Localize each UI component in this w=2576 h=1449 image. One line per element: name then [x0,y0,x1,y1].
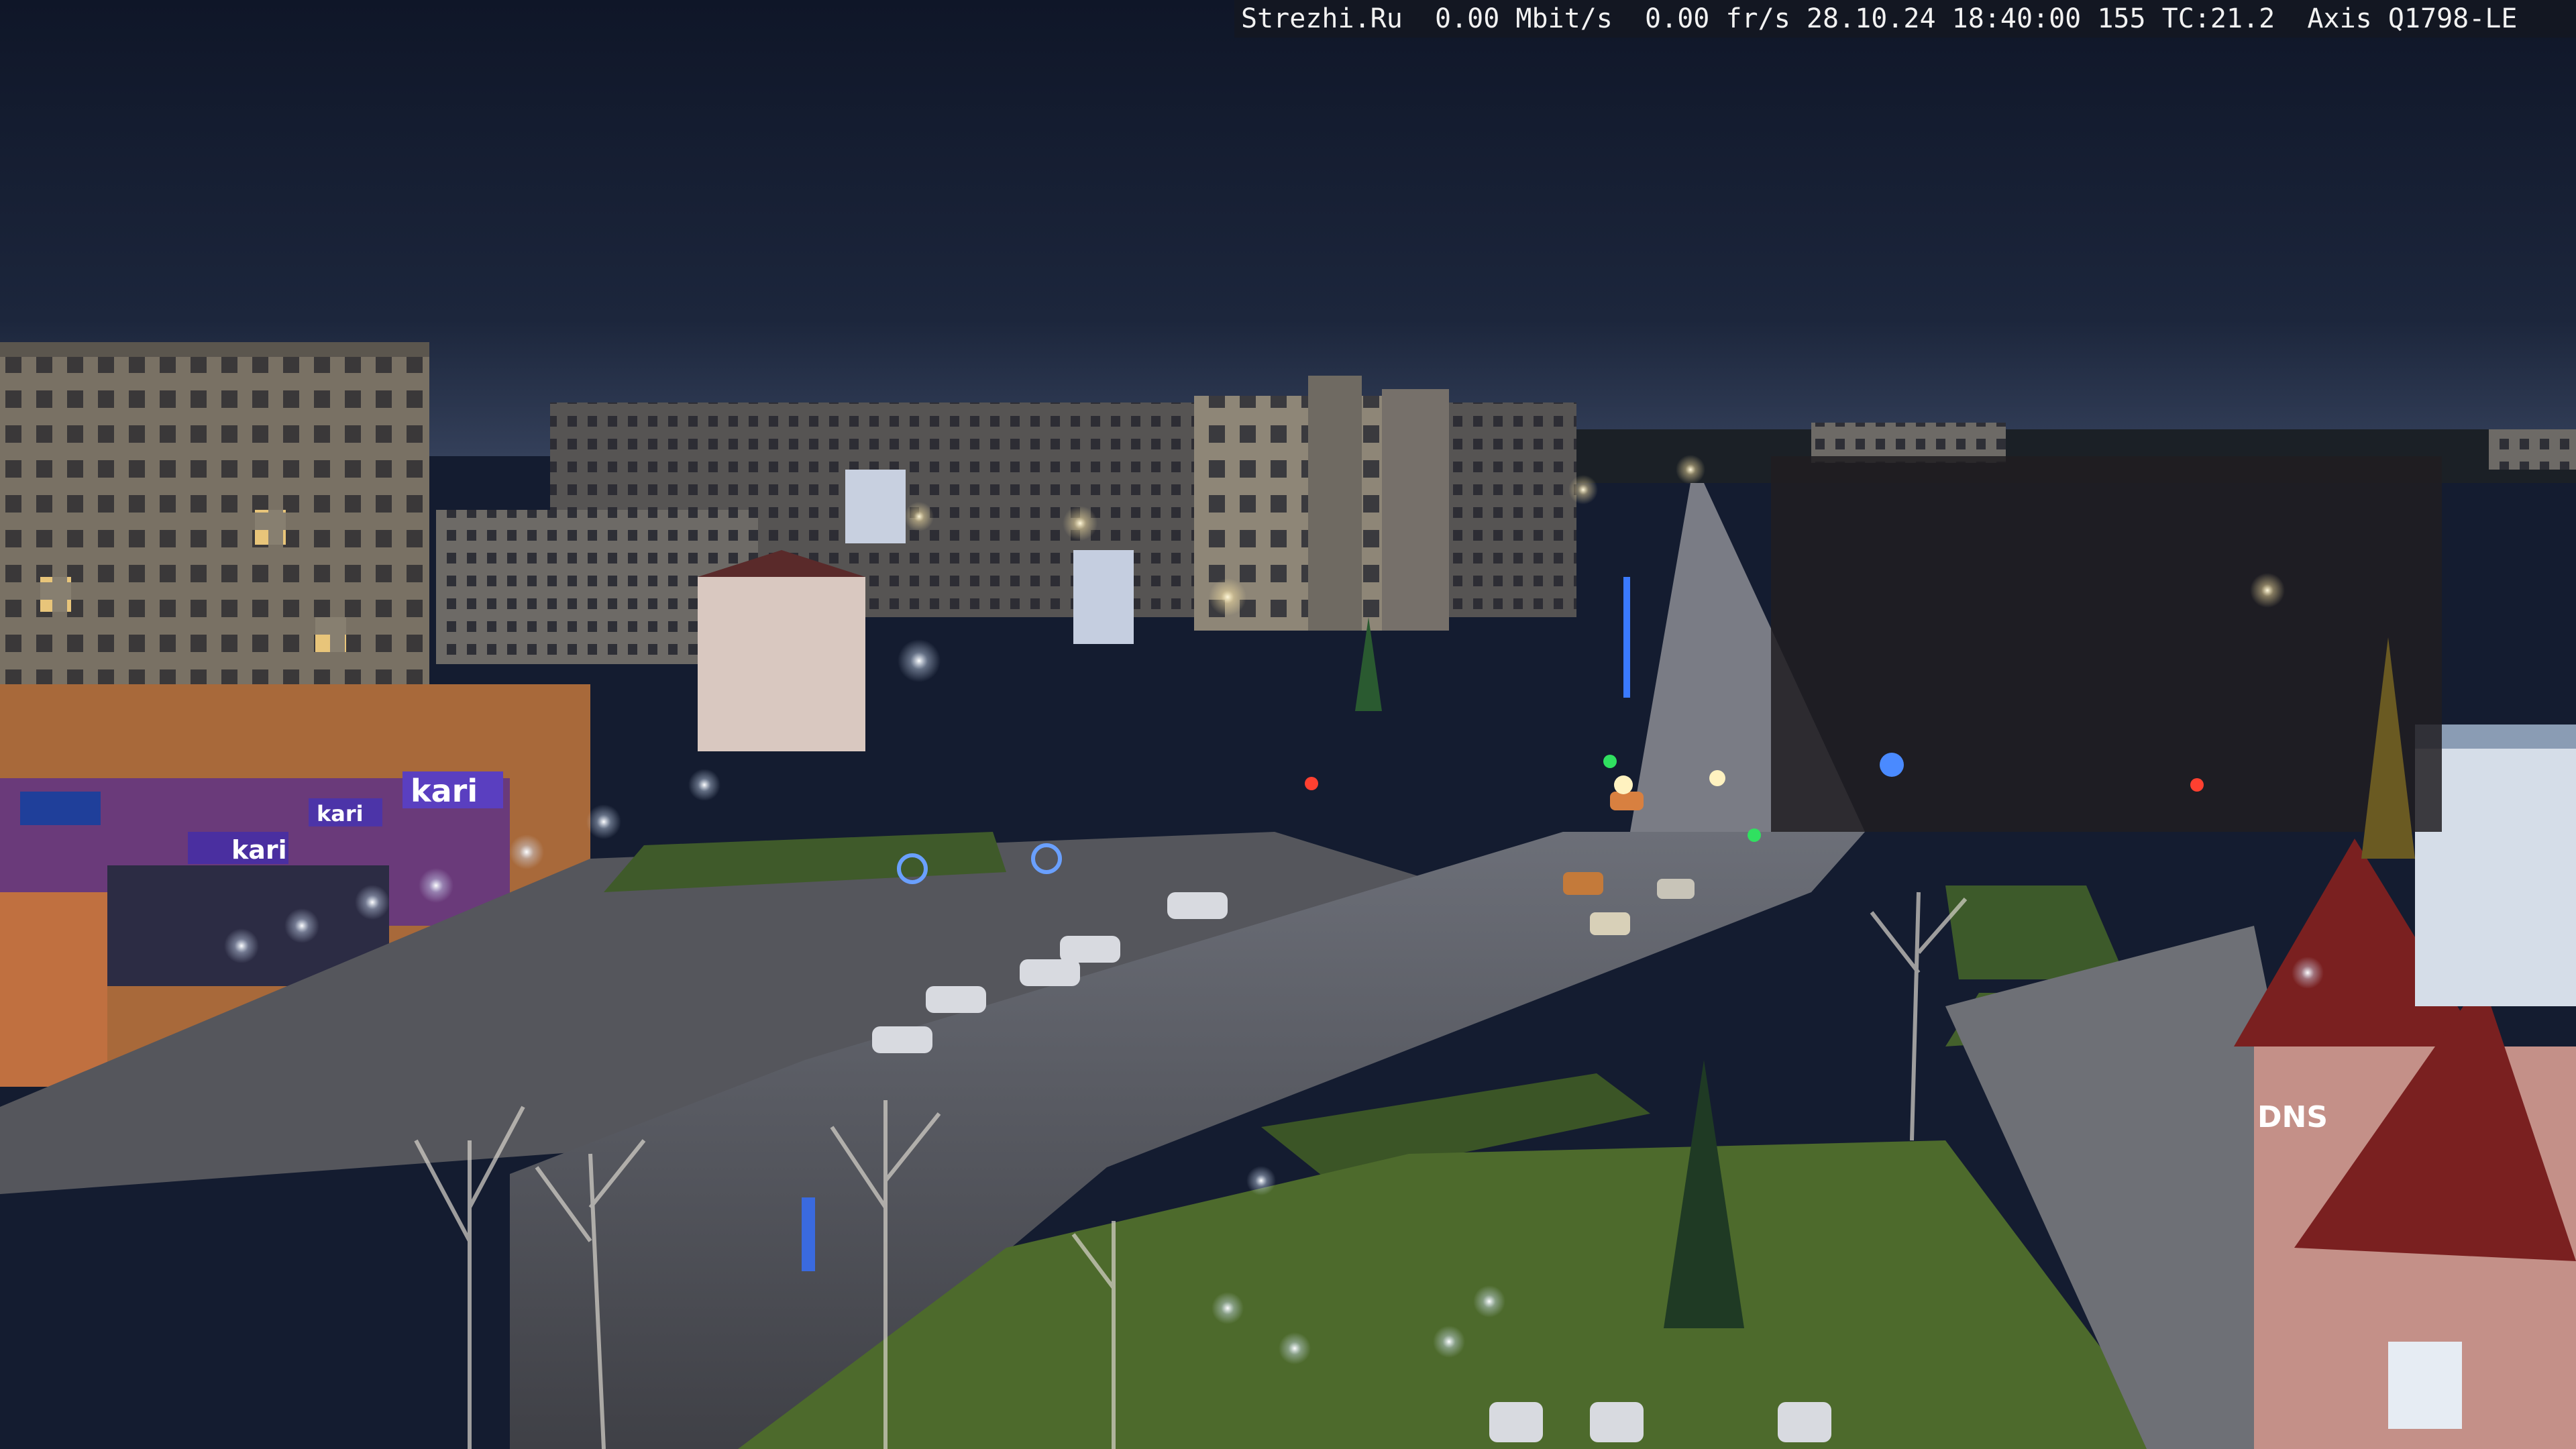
birch-treeline [1771,456,2442,859]
webcam-view: kari kari kari DNS Strezhi.Ru 0.00 Mbit/… [0,0,2576,1449]
kari-main-sign: kari [411,773,478,809]
right-lawn-upper [1945,885,2127,979]
dns-sign: DNS [2257,1100,2328,1134]
camera-info-overlay: Strezhi.Ru 0.00 Mbit/s 0.00 fr/s 28.10.2… [1234,0,2576,38]
kari-side-sign: kari [317,801,364,826]
night-city-scene: kari kari kari DNS [0,0,2576,1449]
christmas-tree [1355,617,1382,711]
kari-lower-sign: kari [231,835,287,865]
